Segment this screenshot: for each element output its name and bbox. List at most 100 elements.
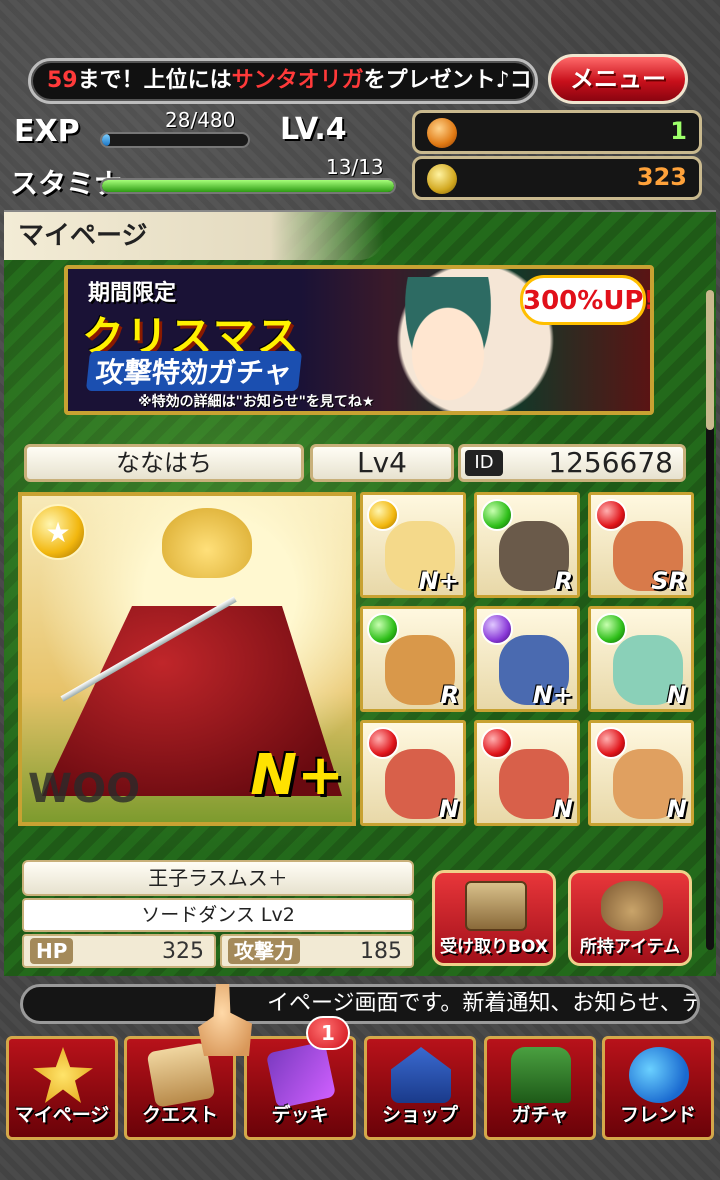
leader-rank: N+ [250, 743, 344, 808]
page-title: マイページ [4, 212, 384, 260]
player-name: ななはち [24, 444, 304, 482]
chest-icon [511, 1047, 571, 1103]
stamina-bar [100, 178, 396, 194]
menu-button[interactable]: メニュー [548, 54, 688, 104]
card-rank: N [438, 795, 459, 823]
receive-box-label: 受け取りBOX [440, 937, 548, 957]
nav-gacha[interactable]: ガチャ [484, 1036, 596, 1140]
green-orb-icon [595, 613, 627, 645]
deck-grid: N+ R SR R N+ N N N N [360, 492, 694, 826]
card-rank: N [666, 681, 687, 709]
cards-icon [265, 1041, 337, 1109]
banner-line-3: 攻撃特効ガチャ [85, 351, 302, 391]
nav-quest-label: クエスト [141, 1104, 218, 1126]
treasure-box-icon [465, 881, 527, 931]
level-label: LV.4 [280, 112, 347, 147]
scrollbar[interactable] [706, 290, 714, 950]
deck-card[interactable]: R [360, 606, 466, 712]
card-name: 王子ラスムス＋ [22, 860, 414, 896]
card-rank: R [554, 567, 573, 595]
leader-attribute-orb-icon: ★ [30, 504, 86, 560]
receive-box-button[interactable]: 受け取りBOX [432, 870, 556, 966]
leader-card[interactable]: ★ WOO N+ [18, 492, 356, 826]
deck-card[interactable]: N [588, 606, 694, 712]
card-rank: R [440, 681, 459, 709]
deck-card[interactable]: N+ [360, 492, 466, 598]
nav-mypage-label: マイページ [14, 1104, 110, 1126]
card-rank: N+ [532, 681, 573, 709]
card-rank: SR [651, 567, 687, 595]
star-icon [33, 1047, 93, 1103]
red-orb-icon [367, 727, 399, 759]
card-rank: N [666, 795, 687, 823]
deck-card[interactable]: N [474, 720, 580, 826]
items-button[interactable]: 所持アイテム [568, 870, 692, 966]
deck-card[interactable]: N [360, 720, 466, 826]
deck-notification-badge: 1 [306, 1016, 350, 1050]
scrollbar-thumb[interactable] [706, 290, 714, 430]
nav-mypage[interactable]: マイページ [6, 1036, 118, 1140]
player-id: ID 1256678 [458, 444, 686, 482]
leader-watermark: WOO [28, 766, 141, 812]
nav-shop-label: ショップ [381, 1104, 458, 1126]
event-ticker[interactable]: 59まで！上位にはサンタオリガをプレゼント♪コ [28, 58, 538, 104]
hp-stat: HP 325 [22, 934, 216, 968]
red-orb-icon [595, 499, 627, 531]
banner-note: ※特効の詳細は"お知らせ"を見てね★ [138, 394, 375, 410]
deck-card[interactable]: SR [588, 492, 694, 598]
coin-icon [427, 164, 457, 194]
attack-stat: 攻撃力 185 [220, 934, 414, 968]
attack-label: 攻撃力 [228, 938, 300, 964]
stamina-bar-fill [102, 180, 394, 192]
card-skill: ソードダンス Lv2 [22, 898, 414, 932]
shop-house-icon [391, 1047, 451, 1103]
friends-icon [629, 1047, 689, 1103]
stamina-value: 13/13 [326, 155, 384, 179]
green-orb-icon [367, 613, 399, 645]
nav-gacha-label: ガチャ [511, 1104, 569, 1126]
exp-value: 28/480 [165, 108, 236, 132]
id-icon: ID [465, 450, 503, 476]
leader-hair-art [162, 508, 252, 578]
player-level: Lv4 [310, 444, 454, 482]
card-rank: N [552, 795, 573, 823]
ticker-text-1: まで！上位には [77, 68, 232, 93]
banner-character-art [388, 277, 508, 411]
nav-friend-label: フレンド [619, 1104, 696, 1126]
purple-orb-icon [481, 613, 513, 645]
heart-count: 1 [670, 117, 687, 145]
yellow-orb-icon [367, 499, 399, 531]
attack-value: 185 [360, 939, 402, 964]
nav-shop[interactable]: ショップ [364, 1036, 476, 1140]
hp-label: HP [30, 938, 74, 964]
coin-currency[interactable]: 323 [412, 156, 702, 200]
hp-value: 325 [162, 939, 204, 964]
green-orb-icon [481, 499, 513, 531]
deck-card[interactable]: R [474, 492, 580, 598]
red-orb-icon [595, 727, 627, 759]
exp-bar [100, 132, 250, 148]
banner-bonus-badge: 300%UP! [520, 275, 650, 325]
nav-friend[interactable]: フレンド [602, 1036, 714, 1140]
heart-currency[interactable]: 1 [412, 110, 702, 154]
ticker-number: 59 [47, 68, 78, 93]
bottom-frame [0, 1150, 720, 1180]
ticker-text-2: をプレゼント♪コ [363, 68, 532, 93]
coin-count: 323 [636, 163, 687, 191]
card-rank: N+ [418, 567, 459, 595]
items-label: 所持アイテム [579, 937, 681, 957]
nav-deck-label: デッキ [271, 1104, 329, 1126]
ticker-highlight: サンタオリガ [231, 68, 364, 93]
player-id-value: 1256678 [548, 446, 673, 479]
heart-gem-icon [427, 118, 457, 148]
gacha-banner[interactable]: 期間限定 クリスマス 攻撃特効ガチャ ※特効の詳細は"お知らせ"を見てね★ 30… [64, 265, 654, 415]
exp-label: EXP [14, 114, 80, 149]
deck-card[interactable]: N+ [474, 606, 580, 712]
item-bag-icon [601, 881, 663, 931]
info-ticker[interactable]: イページ画面です。新着通知、お知らせ、デ [20, 984, 700, 1024]
exp-bar-fill [102, 134, 111, 146]
deck-card[interactable]: N [588, 720, 694, 826]
bottom-nav: マイページ クエスト デッキ ショップ ガチャ フレンド [0, 1028, 720, 1148]
nav-deck[interactable]: デッキ [244, 1036, 356, 1140]
red-orb-icon [481, 727, 513, 759]
